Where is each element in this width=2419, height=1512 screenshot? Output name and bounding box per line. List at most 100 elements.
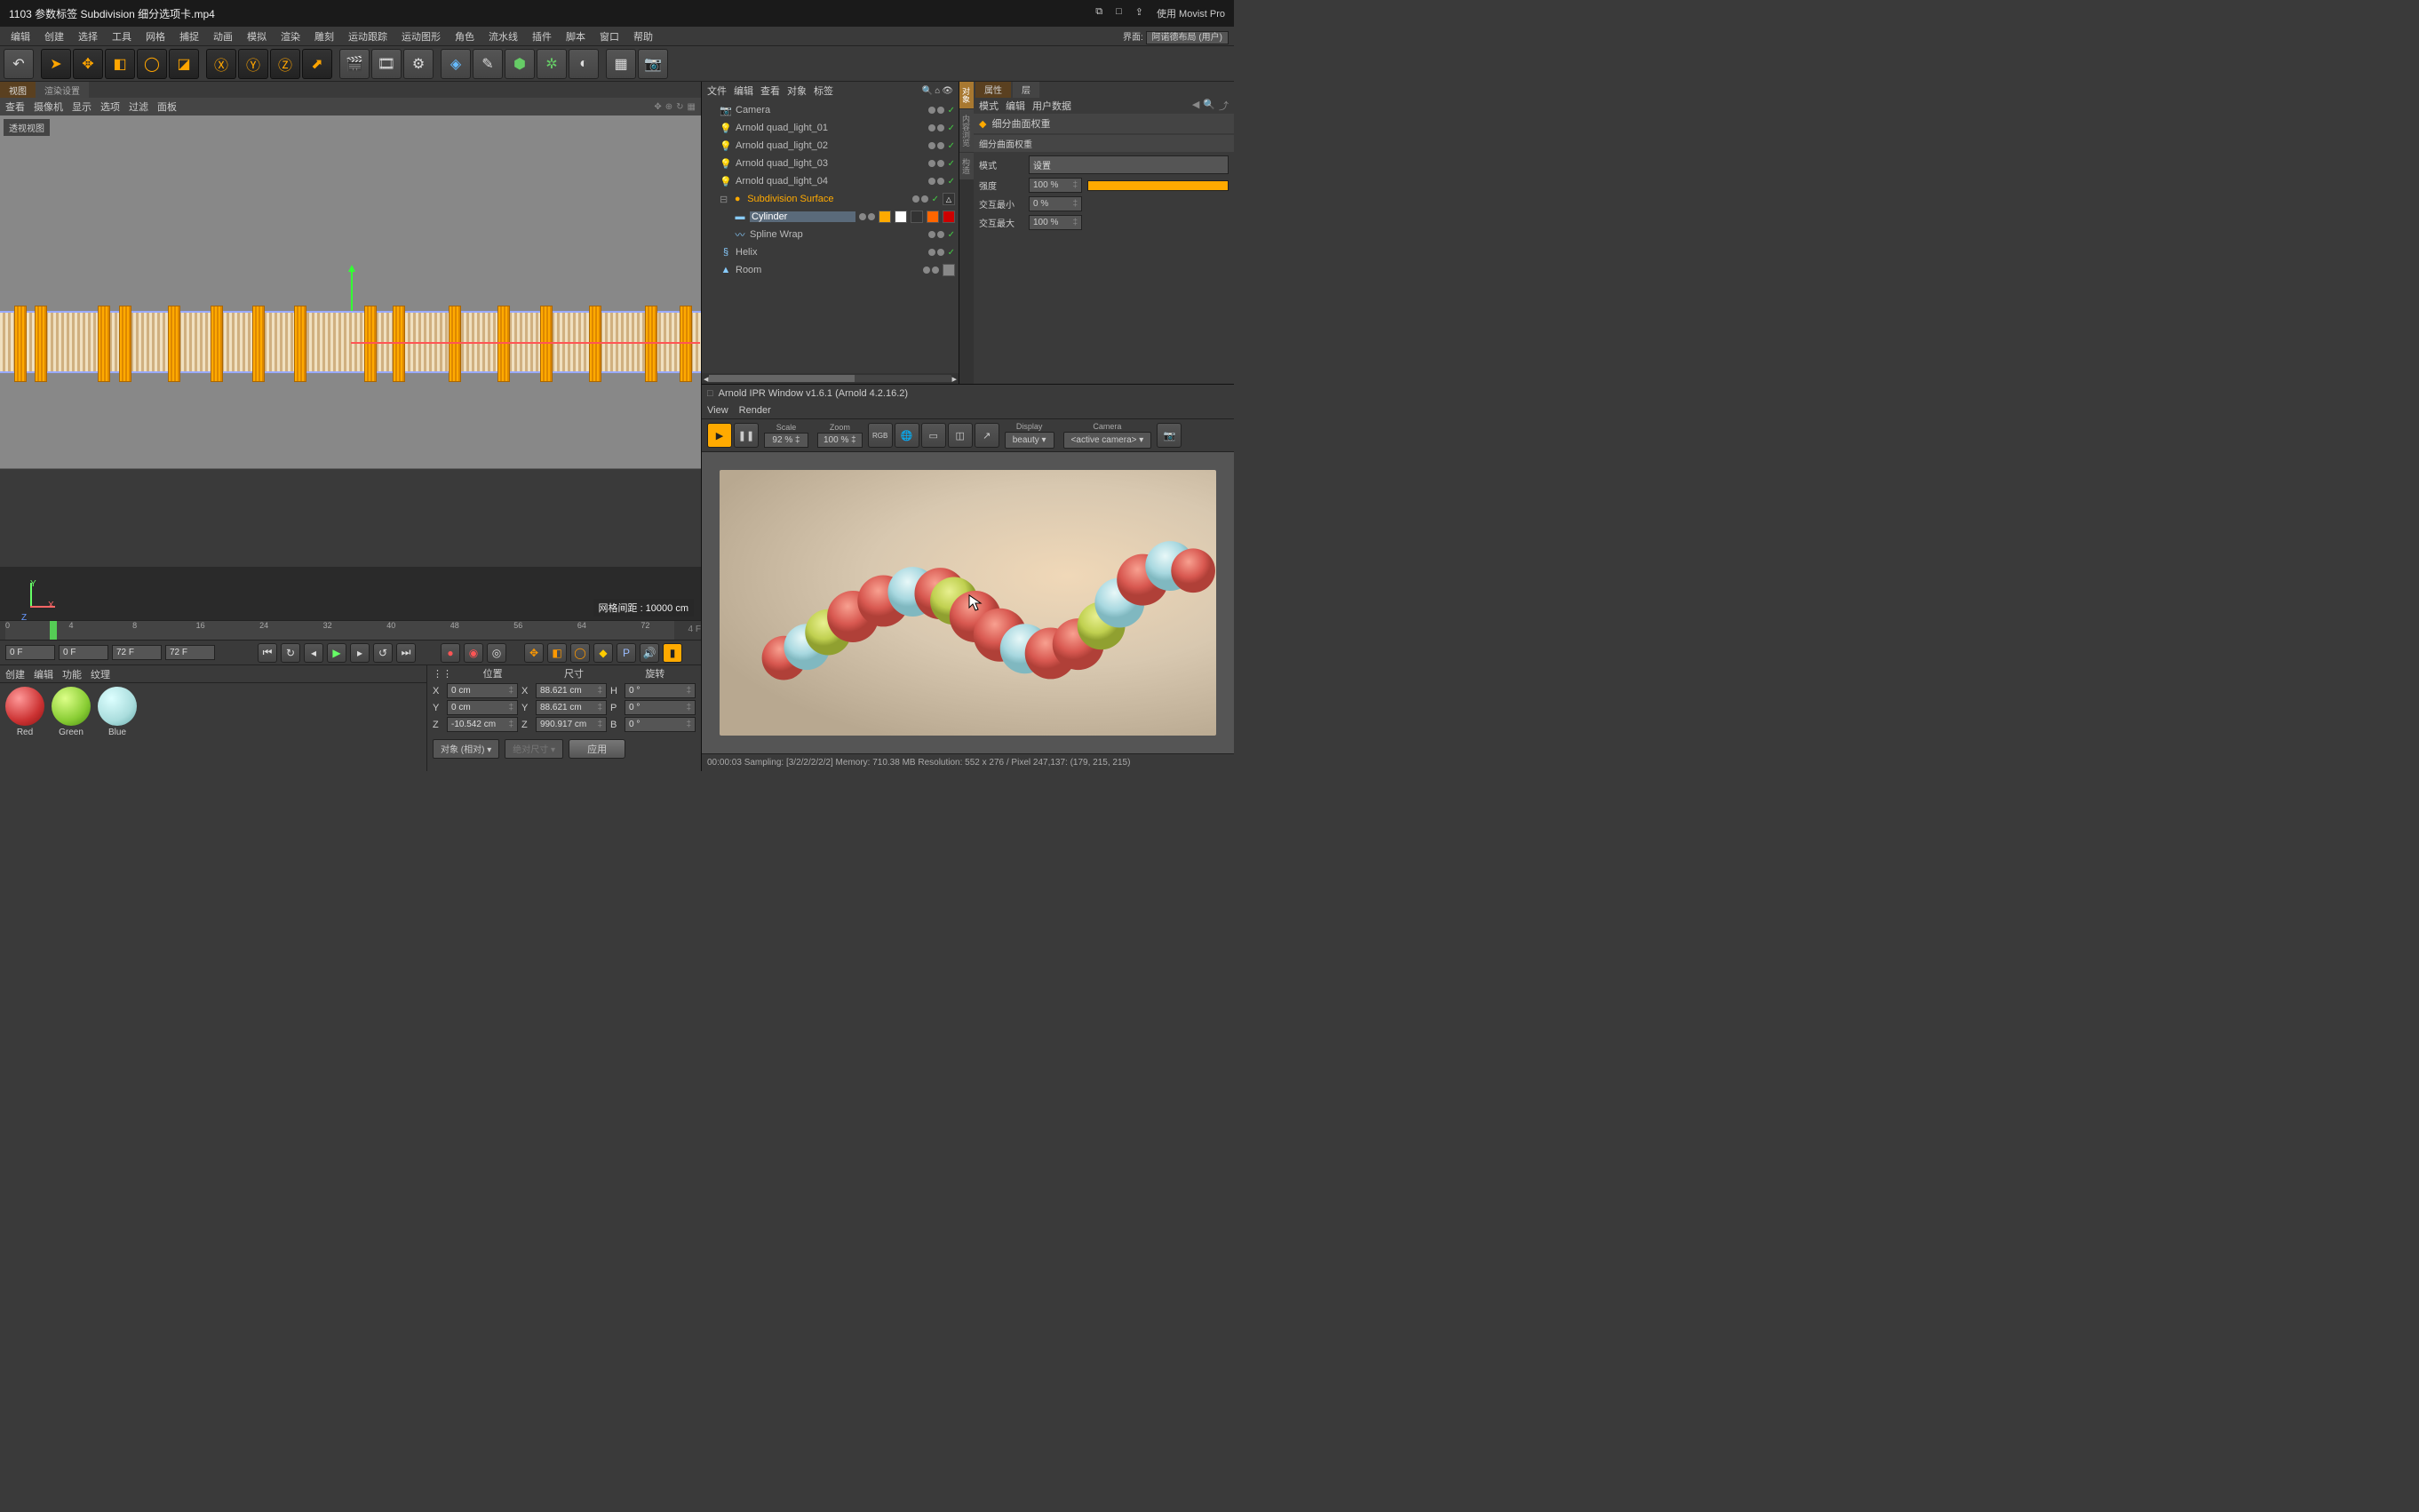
menu-脚本[interactable]: 脚本: [561, 28, 591, 45]
tab-attributes[interactable]: 属性: [975, 82, 1011, 98]
ipr-play-button[interactable]: ▶: [707, 423, 732, 448]
enable-check-icon[interactable]: ✓: [932, 195, 939, 204]
globe-icon[interactable]: 🌐: [895, 423, 919, 448]
menu-工具[interactable]: 工具: [107, 28, 137, 45]
menu-帮助[interactable]: 帮助: [628, 28, 658, 45]
visibility-dots[interactable]: [928, 231, 944, 238]
cube-primitive-icon[interactable]: ◈: [441, 49, 471, 79]
frame-current-field[interactable]: 72 F: [165, 645, 215, 660]
loop-end-field[interactable]: 72 F: [112, 645, 162, 660]
scale-tool-icon[interactable]: ◧: [105, 49, 135, 79]
vp-menu-选项[interactable]: 选项: [100, 99, 120, 114]
visibility-dots[interactable]: [928, 178, 944, 185]
key-rot-button[interactable]: ◯: [570, 643, 590, 663]
eye-icon[interactable]: 👁: [942, 86, 953, 96]
sound-button[interactable]: 🔊: [640, 643, 659, 663]
visibility-dots[interactable]: [928, 124, 944, 131]
menu-雕刻[interactable]: 雕刻: [309, 28, 339, 45]
menu-模拟[interactable]: 模拟: [242, 28, 272, 45]
visibility-dots[interactable]: [928, 107, 944, 114]
display-select[interactable]: beauty ▾: [1005, 432, 1054, 449]
loop-start-field[interactable]: 0 F: [59, 645, 108, 660]
pip-icon[interactable]: ⧉: [1095, 6, 1102, 20]
pos-Y-field[interactable]: 0 cm‡: [447, 700, 518, 715]
side-tab-1[interactable]: 内容浏览: [959, 109, 974, 152]
environment-icon[interactable]: ◐: [569, 49, 599, 79]
export-icon[interactable]: ↗: [975, 423, 999, 448]
enable-check-icon[interactable]: ✓: [948, 159, 955, 169]
timeline-ruler[interactable]: 0481624324048566472 4 F: [0, 620, 701, 640]
key-pla-button[interactable]: P: [617, 643, 636, 663]
object-arnold-quad_light_03[interactable]: 💡Arnold quad_light_03✓: [704, 155, 957, 172]
keyframe-sel-button[interactable]: ◎: [487, 643, 506, 663]
menu-编辑[interactable]: 编辑: [5, 28, 36, 45]
obj-menu-文件[interactable]: 文件: [707, 84, 727, 98]
ipr-render-view[interactable]: [702, 452, 1234, 753]
nav-back-icon[interactable]: ◀: [1192, 99, 1199, 113]
key-param-button[interactable]: ◆: [593, 643, 613, 663]
side-tab-0[interactable]: 对象: [959, 82, 974, 108]
axis-x-icon[interactable]: Ⓧ: [206, 49, 236, 79]
key-scale-button[interactable]: ◧: [547, 643, 567, 663]
strength-slider[interactable]: [1087, 180, 1229, 191]
cylinder-tag-3[interactable]: [927, 211, 939, 223]
select-tool-icon[interactable]: ➤: [41, 49, 71, 79]
tab-view[interactable]: 视图: [0, 82, 36, 98]
visibility-dots[interactable]: [928, 249, 944, 256]
menu-网格[interactable]: 网格: [140, 28, 171, 45]
pos-Z-field[interactable]: -10.542 cm‡: [447, 717, 518, 732]
strength-field[interactable]: 100 %‡: [1029, 178, 1082, 193]
compare-icon[interactable]: ◫: [948, 423, 973, 448]
coord-mode-select[interactable]: 对象 (相对) ▾: [433, 739, 499, 759]
warn-tag-icon[interactable]: △: [943, 193, 955, 205]
material-green[interactable]: Green: [50, 687, 92, 737]
placement-tool-icon[interactable]: ◪: [169, 49, 199, 79]
size-Y-field[interactable]: 88.621 cm‡: [536, 700, 607, 715]
ipr-menu-View[interactable]: View: [707, 405, 728, 416]
object-spline-wrap[interactable]: 〰Spline Wrap✓: [704, 226, 957, 243]
material-blue[interactable]: Blue: [96, 687, 139, 737]
obj-menu-对象[interactable]: 对象: [787, 84, 807, 98]
home-icon[interactable]: ⌂: [935, 86, 940, 96]
play-button[interactable]: ▶: [327, 643, 346, 663]
mat-menu-功能[interactable]: 功能: [62, 667, 82, 681]
ipr-pause-button[interactable]: ❚❚: [734, 423, 759, 448]
enable-check-icon[interactable]: ✓: [948, 141, 955, 151]
mat-menu-编辑[interactable]: 编辑: [34, 667, 53, 681]
menu-渲染[interactable]: 渲染: [275, 28, 306, 45]
obj-menu-标签[interactable]: 标签: [814, 84, 833, 98]
loop-button[interactable]: ↻: [281, 643, 300, 663]
visibility-dots[interactable]: [923, 267, 939, 274]
inter-min-field[interactable]: 0 %‡: [1029, 196, 1082, 211]
window-icon[interactable]: □: [1116, 6, 1122, 20]
object-arnold-quad_light_01[interactable]: 💡Arnold quad_light_01✓: [704, 119, 957, 137]
crop-icon[interactable]: ▭: [921, 423, 946, 448]
menu-选择[interactable]: 选择: [73, 28, 103, 45]
render-view-icon[interactable]: 🎬: [339, 49, 370, 79]
ipr-close-icon[interactable]: □: [707, 388, 713, 399]
size-mode-select[interactable]: 绝对尺寸 ▾: [505, 739, 563, 759]
loop-fwd-button[interactable]: ↺: [373, 643, 393, 663]
rgb-button[interactable]: RGB: [868, 423, 893, 448]
mat-menu-纹理[interactable]: 纹理: [91, 667, 110, 681]
object-arnold-quad_light_02[interactable]: 💡Arnold quad_light_02✓: [704, 137, 957, 155]
rot-H-field[interactable]: 0 °‡: [625, 683, 696, 698]
enable-check-icon[interactable]: ✓: [948, 106, 955, 115]
visibility-dots[interactable]: [912, 195, 928, 203]
menu-创建[interactable]: 创建: [39, 28, 69, 45]
scale-field[interactable]: 92 % ‡: [764, 433, 808, 448]
vp-zoom-icon[interactable]: ⊕: [665, 102, 672, 112]
axis-y-icon[interactable]: Ⓨ: [238, 49, 268, 79]
rotate-tool-icon[interactable]: ◯: [137, 49, 167, 79]
inter-max-field[interactable]: 100 %‡: [1029, 215, 1082, 230]
attr-lock-icon[interactable]: ⤴: [1219, 99, 1229, 113]
snapshot-icon[interactable]: 📷: [1157, 423, 1182, 448]
vp-rotate-icon[interactable]: ↻: [676, 102, 683, 112]
mat-menu-创建[interactable]: 创建: [5, 667, 25, 681]
menu-动画[interactable]: 动画: [208, 28, 238, 45]
enable-check-icon[interactable]: ✓: [948, 230, 955, 240]
frame-start-field[interactable]: 0 F: [5, 645, 55, 660]
attr-search-icon[interactable]: 🔍: [1203, 99, 1215, 113]
ipr-menu-Render[interactable]: Render: [739, 405, 771, 416]
pos-X-field[interactable]: 0 cm‡: [447, 683, 518, 698]
